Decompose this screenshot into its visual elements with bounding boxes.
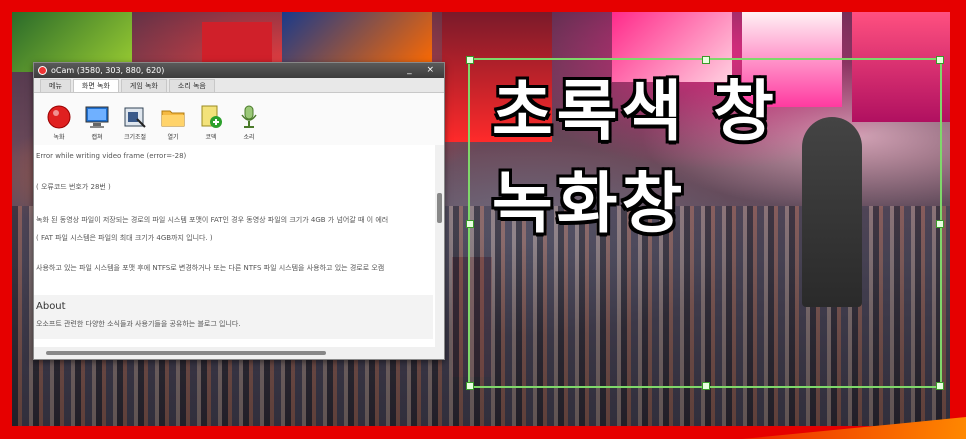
folder-icon: [161, 105, 185, 129]
about-text: 오소프트 관련한 다양한 소식들과 사용기들을 공유하는 블로그 입니다.: [36, 320, 241, 328]
tab-sound-record[interactable]: 소리 녹음: [168, 79, 215, 92]
record-label: 녹화: [53, 134, 65, 141]
about-heading: About: [36, 301, 66, 312]
codec-button[interactable]: 코덱: [192, 93, 230, 145]
resize-handle-right[interactable]: [936, 220, 944, 228]
overlay-title-line2: 녹화창: [490, 163, 687, 244]
resize-handle-bottom[interactable]: [702, 382, 710, 390]
sound-label: 소리: [243, 134, 255, 141]
vertical-scrollbar[interactable]: [435, 145, 444, 347]
microphone-icon: [237, 105, 261, 129]
tab-bar: 메뉴 화면 녹화 게임 녹화 소리 녹음: [34, 78, 444, 93]
content-line-4: ( FAT 파일 시스템은 파일의 최대 크기가 4GB까지 입니다. ): [36, 234, 213, 242]
record-icon: [47, 105, 71, 129]
open-label: 열기: [167, 134, 179, 141]
horizontal-scroll-thumb[interactable]: [46, 351, 326, 355]
content-line-3: 녹화 된 동영상 파일이 저장되는 경로의 파일 시스템 포맷이 FAT인 경우…: [36, 216, 389, 224]
billboard-blue: [282, 12, 432, 67]
content-line-2: ( 오류코드 번호가 28번 ): [36, 183, 111, 191]
codec-label: 코덱: [205, 134, 217, 141]
vertical-scroll-thumb[interactable]: [437, 193, 442, 223]
ocam-window: oCam (3580, 303, 880, 620) _ × 메뉴 화면 녹화 …: [33, 62, 445, 360]
resize-handle-bottom-left[interactable]: [466, 382, 474, 390]
content-line-5: 사용하고 있는 파일 시스템을 포맷 후에 NTFS로 변경하거나 또는 다른 …: [36, 264, 385, 272]
sound-button[interactable]: 소리: [230, 93, 268, 145]
resize-button[interactable]: 크기조절: [116, 93, 154, 145]
content-pane: Error while writing video frame (error=-…: [34, 145, 435, 347]
capture-label: 캡쳐: [91, 134, 103, 141]
resize-handle-top-right[interactable]: [936, 56, 944, 64]
title-bar[interactable]: oCam (3580, 303, 880, 620) _ ×: [34, 63, 444, 78]
window-controls[interactable]: _ ×: [407, 63, 440, 78]
resize-label: 크기조절: [123, 134, 147, 141]
resize-handle-top-left[interactable]: [466, 56, 474, 64]
tab-game-record[interactable]: 게임 녹화: [120, 79, 167, 92]
resize-icon: [123, 105, 147, 129]
record-button[interactable]: 녹화: [40, 93, 78, 145]
tab-screen-record[interactable]: 화면 녹화: [72, 79, 119, 92]
monitor-capture-icon: [85, 105, 109, 129]
overlay-title-line1: 초록색 창: [490, 71, 778, 152]
resize-handle-left[interactable]: [466, 220, 474, 228]
open-button[interactable]: 열기: [154, 93, 192, 145]
tab-menu[interactable]: 메뉴: [40, 79, 71, 92]
resize-handle-bottom-right[interactable]: [936, 382, 944, 390]
capture-button[interactable]: 캡쳐: [78, 93, 116, 145]
codec-icon: [199, 105, 223, 129]
window-title: oCam (3580, 303, 880, 620): [51, 66, 165, 75]
ocam-app-icon: [38, 66, 47, 75]
content-line-1: Error while writing video frame (error=-…: [36, 152, 187, 160]
about-box: About 오소프트 관련한 다양한 소식들과 사용기들을 공유하는 블로그 입…: [34, 295, 433, 339]
horizontal-scrollbar[interactable]: [34, 347, 444, 359]
toolbar: 녹화 캡쳐 크기조절 열기 코덱 소리: [34, 93, 444, 146]
